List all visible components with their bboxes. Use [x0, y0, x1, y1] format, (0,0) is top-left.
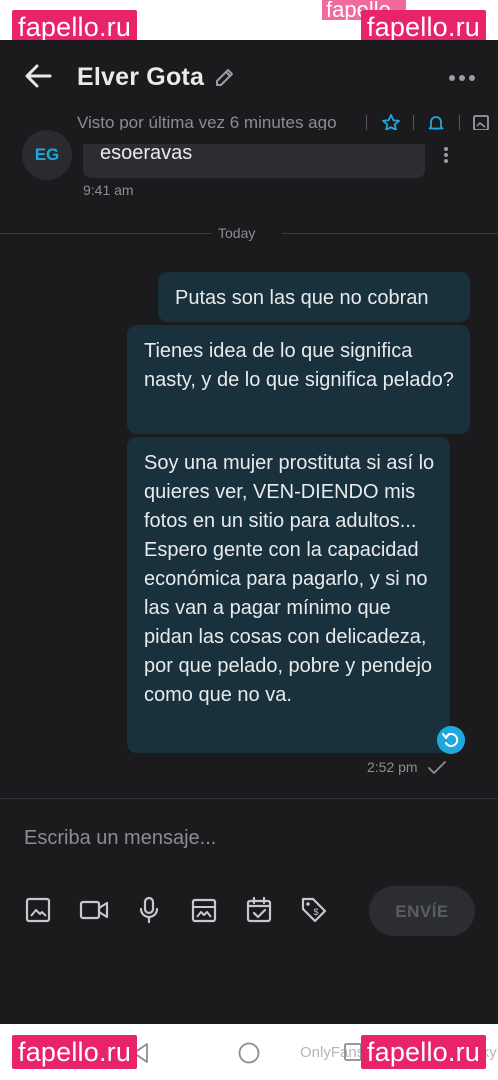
calendar-icon[interactable]	[245, 896, 273, 924]
outgoing-message-bubble[interactable]: Soy una mujer prostituta si así lo quier…	[127, 437, 450, 753]
video-icon[interactable]	[79, 896, 109, 924]
microphone-icon[interactable]	[135, 896, 163, 924]
header-scroll-edge	[0, 130, 498, 144]
svg-text:$: $	[313, 907, 318, 917]
outgoing-message-bubble[interactable]: Tienes idea de lo que significa nasty, y…	[127, 325, 470, 434]
date-divider-label: Today	[218, 225, 256, 241]
message-input[interactable]	[24, 823, 454, 853]
sent-check-icon	[428, 761, 446, 774]
incoming-message-time: 9:41 am	[83, 182, 134, 198]
incoming-message-text: esoeravas	[100, 142, 193, 164]
watermark-top-left: fapello.ru	[12, 10, 138, 44]
back-arrow-icon[interactable]	[22, 60, 54, 92]
more-options-icon[interactable]	[448, 74, 476, 82]
nav-home-icon[interactable]	[238, 1042, 260, 1064]
image-icon[interactable]	[24, 896, 52, 924]
watermark-bottom-left: fapello.ru	[12, 1035, 138, 1069]
chat-header: Elver Gota Visto por última vez 6 minute…	[0, 40, 498, 144]
edit-pencil-icon[interactable]	[213, 65, 237, 89]
watermark-bottom-right: fapello.ru	[360, 1035, 486, 1069]
send-button[interactable]: ENVÍE	[369, 886, 475, 936]
outgoing-message-time: 2:52 pm	[367, 759, 418, 775]
avatar[interactable]: EG	[22, 130, 72, 180]
message-options-icon[interactable]	[442, 146, 450, 164]
vault-icon[interactable]	[190, 896, 218, 924]
composer-divider	[0, 798, 498, 799]
date-divider-line	[282, 233, 498, 234]
nav-recents-icon[interactable]	[344, 1043, 362, 1061]
price-tag-icon[interactable]: $	[300, 896, 328, 924]
undo-send-icon[interactable]	[437, 726, 465, 754]
contact-name[interactable]: Elver Gota	[77, 63, 204, 92]
outgoing-message-bubble[interactable]: Putas son las que no cobran	[158, 272, 470, 322]
watermark-top-right: fapello.ru	[360, 10, 486, 44]
date-divider-line	[0, 233, 212, 234]
